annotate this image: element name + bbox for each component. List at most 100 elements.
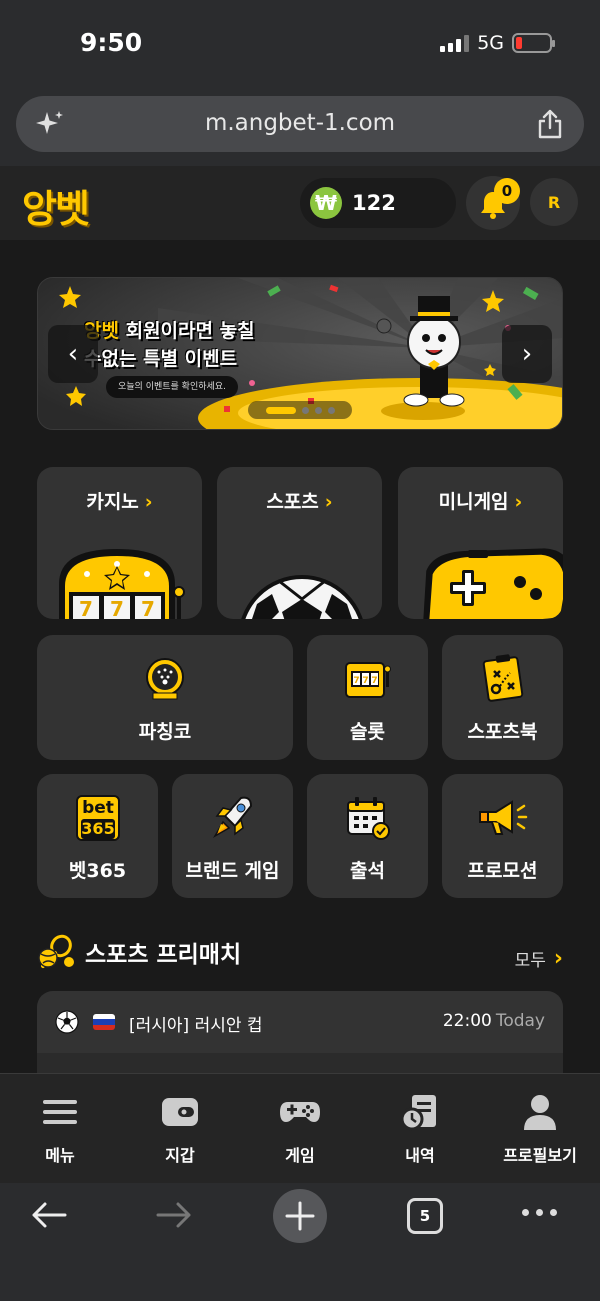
nav-game[interactable]: 게임: [240, 1092, 360, 1166]
address-bar[interactable]: m.angbet-1.com: [16, 96, 584, 152]
site-logo[interactable]: 앙벳: [22, 178, 90, 233]
tile-label: 브랜드 게임: [185, 860, 280, 882]
tile-slot[interactable]: 7 7 7 슬롯: [307, 635, 428, 760]
nav-label: 지갑: [165, 1146, 195, 1165]
won-icon: ₩: [310, 187, 342, 219]
slot-icon: 7 7 7: [345, 662, 391, 698]
browser-address-area: m.angbet-1.com: [0, 90, 600, 166]
tile-bet365[interactable]: bet 365 벳365: [37, 774, 158, 898]
battery-icon: [512, 33, 555, 53]
match-body: [37, 1053, 563, 1073]
see-all-link[interactable]: 모두 ›: [515, 946, 563, 971]
share-icon[interactable]: [536, 108, 564, 140]
tabs-button[interactable]: 5: [407, 1198, 443, 1234]
nav-label: 게임: [285, 1146, 315, 1165]
profile-icon: [524, 1095, 556, 1130]
section-title: 스포츠 프리매치: [37, 934, 241, 970]
network-type: 5G: [477, 32, 504, 54]
sportsbook-icon: [482, 654, 524, 702]
category-casino[interactable]: 카지노 › 7 7 7: [37, 467, 202, 619]
calendar-check-icon: [347, 797, 390, 840]
svg-text:7: 7: [79, 597, 93, 619]
tile-label: 파칭코: [138, 721, 192, 743]
tile-label: 슬롯: [350, 721, 385, 743]
league-name: [러시아] 러시안 컵: [129, 1016, 263, 1036]
nav-label: 내역: [405, 1146, 435, 1165]
sports-icon: [38, 934, 74, 968]
tile-attendance[interactable]: 출석: [307, 774, 428, 898]
pagination-dot[interactable]: [301, 406, 309, 414]
nav-profile[interactable]: 프로필보기: [480, 1092, 600, 1166]
category-minigame[interactable]: 미니게임 ›: [398, 467, 563, 619]
megaphone-icon: [479, 800, 528, 835]
menu-icon: [43, 1100, 77, 1124]
gamepad-icon: [422, 548, 563, 619]
svg-text:7: 7: [141, 597, 155, 619]
notification-count: 0: [494, 178, 520, 204]
chevron-right-icon: ›: [553, 946, 563, 971]
plus-icon: [285, 1201, 315, 1231]
tile-label: 프로모션: [467, 860, 538, 882]
bottom-navigation: 메뉴 지갑 게임 내역 프로필보기: [0, 1073, 600, 1183]
balance-amount: 122: [352, 191, 396, 215]
avatar[interactable]: R: [530, 178, 578, 226]
pagination-dot[interactable]: [314, 406, 322, 414]
pagination-dot[interactable]: [265, 406, 296, 414]
tile-sportsbook[interactable]: 스포츠북: [442, 635, 563, 760]
notification-button[interactable]: 0: [466, 176, 520, 230]
russia-flag-icon: [93, 1014, 115, 1030]
nav-history[interactable]: 내역: [360, 1092, 480, 1166]
see-all-label: 모두: [514, 951, 546, 971]
tile-brand-game[interactable]: 브랜드 게임: [172, 774, 293, 898]
nav-wallet[interactable]: 지갑: [120, 1092, 240, 1166]
tile-label: 스포츠북: [467, 721, 538, 743]
soccer-ball-icon: [241, 575, 363, 619]
nav-menu[interactable]: 메뉴: [0, 1092, 120, 1166]
wallet-icon: [162, 1098, 198, 1126]
tile-promotion[interactable]: 프로모션: [442, 774, 563, 898]
category-label: 스포츠 ›: [266, 491, 333, 513]
pagination-dot[interactable]: [327, 406, 335, 414]
tile-pachinko[interactable]: 파칭코: [37, 635, 293, 760]
nav-label: 프로필보기: [503, 1146, 577, 1165]
bet365-icon: bet 365: [76, 795, 120, 841]
banner-subtext: 오늘의 이벤트를 확인하세요.: [106, 376, 238, 398]
back-arrow-icon[interactable]: [30, 1199, 68, 1231]
status-right: 5G: [440, 32, 555, 54]
banner-pagination: [248, 401, 352, 419]
category-label: 미니게임 ›: [438, 491, 523, 513]
pachinko-icon: [146, 658, 184, 700]
match-time: 22:00 Today: [442, 1011, 545, 1031]
svg-text:7: 7: [371, 676, 377, 686]
banner-headline-2: 수없는 특별 이벤트: [84, 348, 238, 370]
slot-machine-icon: 7 7 7: [59, 549, 185, 619]
site-header: 앙벳 ₩ 122 0 R: [0, 166, 600, 240]
match-header-row[interactable]: [러시아] 러시안 컵 22:00 Today: [37, 991, 563, 1053]
soccer-ball-icon: [55, 1010, 79, 1034]
signal-icon: [440, 34, 470, 52]
chevron-left-icon: ‹: [67, 339, 79, 369]
event-banner[interactable]: 앙벳 회원이라면 놓칠 수없는 특별 이벤트 오늘의 이벤트를 확인하세요. ‹…: [37, 277, 563, 430]
status-bar: 9:50 5G: [0, 0, 600, 90]
gamepad-icon: [280, 1102, 320, 1122]
browser-toolbar: 5: [0, 1183, 600, 1301]
url-text[interactable]: m.angbet-1.com: [16, 110, 584, 136]
tile-label: 출석: [350, 860, 385, 882]
banner-headline-1: 앙벳 회원이라면 놓칠: [84, 320, 255, 342]
forward-arrow-icon[interactable]: [155, 1199, 193, 1231]
balance-pill[interactable]: ₩ 122: [300, 178, 456, 228]
banner-prev-button[interactable]: ‹: [48, 325, 98, 383]
nav-label: 메뉴: [45, 1146, 75, 1165]
category-label: 카지노 ›: [86, 491, 153, 513]
section-title-text: 스포츠 프리매치: [85, 942, 242, 968]
new-tab-button[interactable]: [273, 1189, 327, 1243]
status-time: 9:50: [80, 28, 143, 57]
svg-text:7: 7: [362, 676, 368, 686]
more-options-icon[interactable]: [522, 1209, 557, 1216]
svg-text:7: 7: [110, 597, 124, 619]
category-sports[interactable]: 스포츠 ›: [217, 467, 382, 619]
banner-next-button[interactable]: ›: [502, 325, 552, 383]
tile-label: 벳365: [68, 860, 127, 882]
history-icon: [400, 1095, 436, 1131]
chevron-right-icon: ›: [521, 339, 533, 369]
